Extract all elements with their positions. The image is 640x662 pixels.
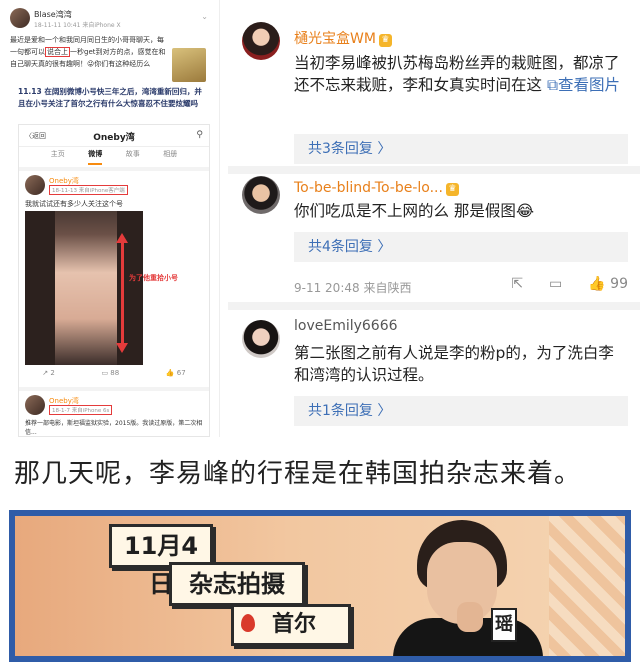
share-icon[interactable]: ⇱: [511, 276, 523, 292]
post-text: 推荐一部电影，斯坦福监狱实验，2015版。我读过原版，第二次相信...: [25, 420, 203, 436]
divider: [19, 387, 209, 391]
avatar[interactable]: [10, 8, 30, 28]
divider: [228, 166, 640, 174]
chevron-down-icon[interactable]: ⌄: [201, 12, 208, 21]
arrow-line: [121, 241, 124, 345]
replies-button[interactable]: 共4条回复 〉: [294, 232, 628, 262]
comment-author[interactable]: loveEmily6666: [294, 318, 398, 334]
search-icon[interactable]: ⚲: [196, 130, 203, 140]
post-time: 18-11-11 10:41 来自iPhone X: [34, 22, 121, 29]
caption-text: 那几天呢，李易峰的行程是在韩国拍杂志来着。: [14, 459, 582, 489]
like-button[interactable]: 👍 99: [588, 276, 628, 292]
repost-button[interactable]: ↗ 2: [42, 369, 55, 385]
comment-author[interactable]: 樋光宝盒WM ♛: [294, 28, 392, 48]
view-image-link[interactable]: ⧉查看图片: [547, 76, 620, 94]
post-author[interactable]: Blase湾湾: [34, 9, 72, 20]
avatar[interactable]: [242, 22, 280, 60]
divider: [228, 302, 640, 310]
tv-still-image: 11月4日 杂志拍摄 首尔 瑶: [9, 510, 631, 662]
avatar[interactable]: [242, 176, 280, 214]
tab-album[interactable]: 相册: [163, 149, 177, 165]
profile-screen: 〈返回 Oneby湾 ⚲ 主页 微博 故事 相册 Oneby湾 18-11-13…: [18, 124, 210, 437]
vip-badge-icon: ♛: [445, 183, 459, 196]
vip-badge-icon: ♛: [378, 34, 392, 47]
post-meta: 18-1-7 来自iPhone 6s: [49, 405, 113, 415]
avatar[interactable]: [25, 395, 45, 415]
highlighted-phrase: 说合上: [45, 47, 70, 57]
view-image-label: 查看图片: [558, 76, 621, 94]
comment-text: 当初李易峰被扒苏梅岛粉丝弄的栽赃图，都凉了还不忘来栽赃，李和女真实时间在这 ⧉查…: [294, 52, 628, 96]
arrow-label: 为了他重拾小号: [129, 274, 178, 282]
comment-author[interactable]: To-be-blind-To-be-lo... ♛: [294, 180, 459, 196]
post-text: 最近是爱和一个和我同月同日生的小哥哥聊天，每一句都可以 说合上 一秒get到对方的点…: [10, 34, 166, 70]
tab-weibo[interactable]: 微博: [88, 149, 103, 165]
top-weibo-post: Blase湾湾 18-11-11 10:41 来自iPhone X ⌄ 最近是爱…: [10, 8, 210, 94]
nav-bar: 〈返回 Oneby湾 ⚲: [19, 125, 209, 147]
annotation-text: 11.13 在阔别微博小号快三年之后，湾湾重新回归，并且在小号关注了首尔之行有什…: [18, 87, 202, 108]
like-count: 99: [610, 276, 628, 292]
avatar[interactable]: [242, 320, 280, 358]
comment-text: 你们吃瓜是不上网的么 那是假图😂: [294, 202, 535, 220]
post-text: 我就试试还有多少人关注这个号: [25, 200, 123, 208]
comment-button[interactable]: ▭ 88: [101, 369, 119, 385]
tab-home[interactable]: 主页: [51, 149, 65, 165]
comment-author-name: 樋光宝盒WM: [294, 31, 376, 47]
tv-frame: [9, 510, 631, 662]
like-count: 67: [176, 369, 186, 377]
comment-icon[interactable]: ▭: [549, 276, 562, 292]
post-meta: 18-11-13 来自iPhone客户端: [49, 185, 128, 195]
selfie-photo[interactable]: [25, 211, 143, 365]
repost-count: 2: [50, 369, 55, 377]
replies-button[interactable]: 共1条回复 〉: [294, 396, 628, 426]
replies-button[interactable]: 共3条回复 〉: [294, 134, 628, 164]
profile-tabs: 主页 微博 故事 相册: [19, 149, 209, 165]
comment-meta: 9-11 20:48 来自陕西: [294, 281, 412, 295]
tab-stories[interactable]: 故事: [126, 149, 140, 165]
cat-meme-image: [172, 48, 206, 82]
comment-text: 第二张图之前有人说是李的粉p的，为了洗白李和湾湾的认识过程。: [294, 344, 614, 384]
arrow-down-icon: [116, 343, 128, 353]
caption-bar: 那几天呢，李易峰的行程是在韩国拍杂志来着。: [0, 437, 640, 507]
avatar[interactable]: [25, 175, 45, 195]
left-screenshot: Blase湾湾 18-11-11 10:41 来自iPhone X ⌄ 最近是爱…: [0, 0, 220, 437]
profile-title: Oneby湾: [93, 133, 135, 143]
comment-actions: ⇱ ▭ 👍 99: [511, 276, 628, 292]
comment-count: 88: [110, 369, 120, 377]
like-button[interactable]: 👍 67: [166, 369, 186, 385]
divider: [19, 167, 209, 171]
comments-panel: 樋光宝盒WM ♛ 当初李易峰被扒苏梅岛粉丝弄的栽赃图，都凉了还不忘来栽赃，李和女真…: [228, 0, 640, 437]
post-actions: ↗ 2 ▭ 88 👍 67: [19, 369, 209, 385]
photo-hair: [25, 211, 55, 365]
comment-author-name: To-be-blind-To-be-lo...: [294, 180, 443, 196]
